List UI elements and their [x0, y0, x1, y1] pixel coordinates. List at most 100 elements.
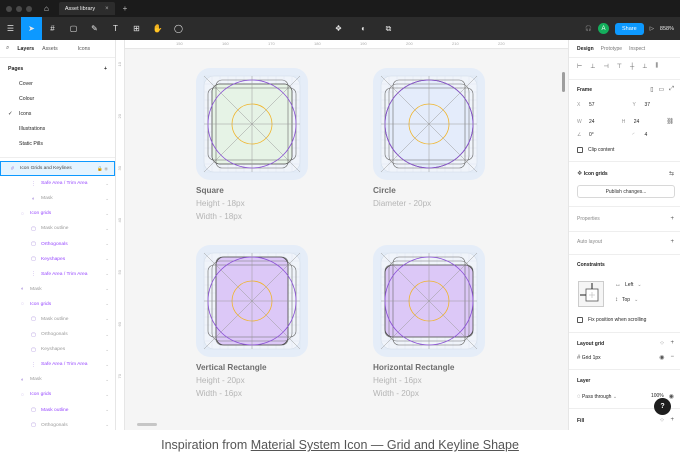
lock-visibility-icon[interactable]: 🔒 ◉ [97, 166, 108, 172]
layer-item[interactable]: ◐ Mask ⌄ [0, 372, 115, 387]
align-right-icon[interactable]: ⊣ [603, 63, 608, 70]
align-top-icon[interactable]: ⊤ [617, 63, 622, 70]
chevron-down-icon[interactable]: ⌄ [105, 196, 109, 202]
window-controls[interactable] [6, 5, 32, 12]
add-grid-icon[interactable]: + [670, 340, 674, 347]
hand-tool-icon[interactable]: ✋ [147, 17, 168, 40]
blend-mode-dropdown[interactable]: ◌ Pass through ⌄ [577, 394, 617, 400]
eye-icon[interactable]: ◉ [659, 354, 664, 361]
page-item[interactable]: Cover [0, 76, 115, 91]
fix-position-row[interactable]: Fix position when scrolling [577, 317, 674, 323]
layer-item[interactable]: ◐ Mask ⌄ [0, 282, 115, 297]
component-label[interactable]: Icon grids [584, 171, 608, 177]
vertical-scrollbar[interactable] [562, 72, 565, 92]
horizontal-scrollbar[interactable] [137, 423, 157, 426]
help-button[interactable]: ? [654, 398, 671, 415]
chevron-down-icon[interactable]: ⌄ [105, 286, 109, 292]
chevron-down-icon[interactable]: ⌄ [105, 301, 109, 307]
add-property-icon[interactable]: + [670, 216, 674, 222]
tab-prototype[interactable]: Prototype [601, 46, 622, 52]
tab-asset-library[interactable]: Asset library × [58, 2, 115, 15]
canvas[interactable]: 150 160 170 180 190 200 210 220 10 20 30 40 50 60 70 … [116, 40, 568, 430]
chevron-down-icon[interactable]: ⌄ [105, 316, 109, 322]
y-field[interactable]: Y 37 [633, 102, 675, 108]
layer-item[interactable]: ▢ Mask outline ⌄ [0, 403, 115, 418]
layer-item[interactable]: ▢ Keyshapes ⌄ [0, 342, 115, 357]
layer-item[interactable]: ◐ Mask ⌄ [0, 191, 115, 206]
text-tool-icon[interactable]: T [105, 17, 126, 40]
landscape-icon[interactable]: ▭ [659, 86, 665, 93]
fix-position-checkbox[interactable] [577, 317, 583, 323]
mask-icon[interactable]: ◐ [353, 17, 374, 40]
main-menu-icon[interactable]: ☰ [0, 17, 21, 40]
tab-inspect[interactable]: Inspect [629, 46, 645, 52]
search-icon[interactable]: ⌕ [6, 45, 9, 52]
layer-item[interactable]: ◌ Icon grids ⌄ [0, 206, 115, 221]
move-tool-icon[interactable]: ➤ [21, 17, 42, 40]
keyline-circle[interactable] [373, 68, 485, 180]
frame-tool-icon[interactable]: # [42, 17, 63, 40]
portrait-icon[interactable]: ▯ [650, 86, 653, 93]
layer-item[interactable]: ▢ Mask outline ⌄ [0, 221, 115, 236]
layer-item[interactable]: ▢ Orthogonals ⌄ [0, 236, 115, 251]
tab-design[interactable]: Design [577, 46, 594, 52]
layer-item[interactable]: ◌ Icon grids ⌄ [0, 387, 115, 402]
layer-item[interactable]: ▢ Mask outline ⌄ [0, 312, 115, 327]
page-item[interactable]: ✓ Icons [0, 106, 115, 121]
chevron-down-icon[interactable]: ⌄ [105, 271, 109, 277]
chevron-down-icon[interactable]: ⌄ [105, 362, 109, 368]
rotation-field[interactable]: ∠ 0° [577, 132, 619, 138]
link-icon[interactable]: ⛓ [666, 118, 674, 125]
comment-tool-icon[interactable]: ◯ [168, 17, 189, 40]
detach-icon[interactable]: ⇆ [669, 170, 674, 177]
pen-tool-icon[interactable]: ✎ [84, 17, 105, 40]
component-icon[interactable]: ❖ [328, 17, 349, 40]
resize-icon[interactable]: ⤢ [669, 86, 674, 93]
add-fill-icon[interactable]: + [670, 417, 674, 424]
layer-item[interactable]: ⋮ Safe Area / Trim Area ⌄ [0, 176, 115, 191]
chevron-down-icon[interactable]: ⌄ [105, 407, 109, 413]
layer-item[interactable]: ◌ Icon grids ⌄ [0, 297, 115, 312]
clip-row[interactable]: Clip content [577, 147, 674, 153]
align-left-icon[interactable]: ⊢ [577, 63, 582, 70]
constraint-widget[interactable] [578, 281, 604, 307]
chevron-down-icon[interactable]: ⌄ [105, 211, 109, 217]
layer-item[interactable]: ▢ Orthogonals ⌄ [0, 327, 115, 342]
boolean-icon[interactable]: ⧉ [378, 17, 399, 40]
horizontal-constraint[interactable]: ↔ Left ⌄ [615, 282, 674, 288]
tab-icons[interactable]: Icons [78, 46, 90, 52]
keyline-horizontal-rectangle[interactable] [373, 245, 485, 357]
layer-item[interactable]: ▢ Orthogonals ⌄ [0, 418, 115, 430]
align-bottom-icon[interactable]: ⊥ [642, 63, 647, 70]
credit-link[interactable]: Material System Icon — Grid and Keyline … [251, 438, 519, 452]
page-item[interactable]: Static Pills [0, 136, 115, 151]
chevron-down-icon[interactable]: ⌄ [105, 226, 109, 232]
layer-item[interactable]: # Icon Grids and Keylines 🔒 ◉ [0, 161, 115, 177]
layer-item[interactable]: ▢ Keyshapes ⌄ [0, 252, 115, 267]
chevron-down-icon[interactable]: ⌄ [105, 377, 109, 383]
vertical-constraint[interactable]: ↕ Top ⌄ [615, 297, 674, 303]
align-center-icon[interactable]: ⊥ [590, 63, 595, 70]
grid-styles-icon[interactable]: ⁘ [659, 340, 664, 347]
visibility-icon[interactable]: ◉ [669, 393, 674, 400]
tab-layers[interactable]: Layers [17, 46, 34, 52]
clip-checkbox[interactable] [577, 147, 583, 153]
align-middle-icon[interactable]: ┼ [630, 64, 634, 70]
remove-grid-icon[interactable]: − [670, 354, 674, 361]
resources-icon[interactable]: ⊞ [126, 17, 147, 40]
present-icon[interactable]: ▷ [650, 26, 654, 32]
chevron-down-icon[interactable]: ⌄ [105, 347, 109, 353]
radius-field[interactable]: ◜ 4 [633, 132, 675, 138]
frame-label[interactable]: Frame [577, 87, 592, 93]
grid-item[interactable]: # Grid 1px ◉ − [577, 354, 674, 361]
add-auto-layout-icon[interactable]: + [670, 239, 674, 245]
home-icon[interactable]: ⌂ [44, 4, 49, 13]
chevron-down-icon[interactable]: ⌄ [105, 241, 109, 247]
tab-assets[interactable]: Assets [42, 46, 58, 52]
new-tab-icon[interactable]: + [123, 4, 128, 13]
add-page-icon[interactable]: + [104, 66, 107, 72]
layer-item[interactable]: ⋮ Safe Area / Trim Area ⌄ [0, 357, 115, 372]
share-button[interactable]: Share [615, 22, 644, 35]
chevron-down-icon[interactable]: ⌄ [105, 181, 109, 187]
x-field[interactable]: X 57 [577, 102, 619, 108]
